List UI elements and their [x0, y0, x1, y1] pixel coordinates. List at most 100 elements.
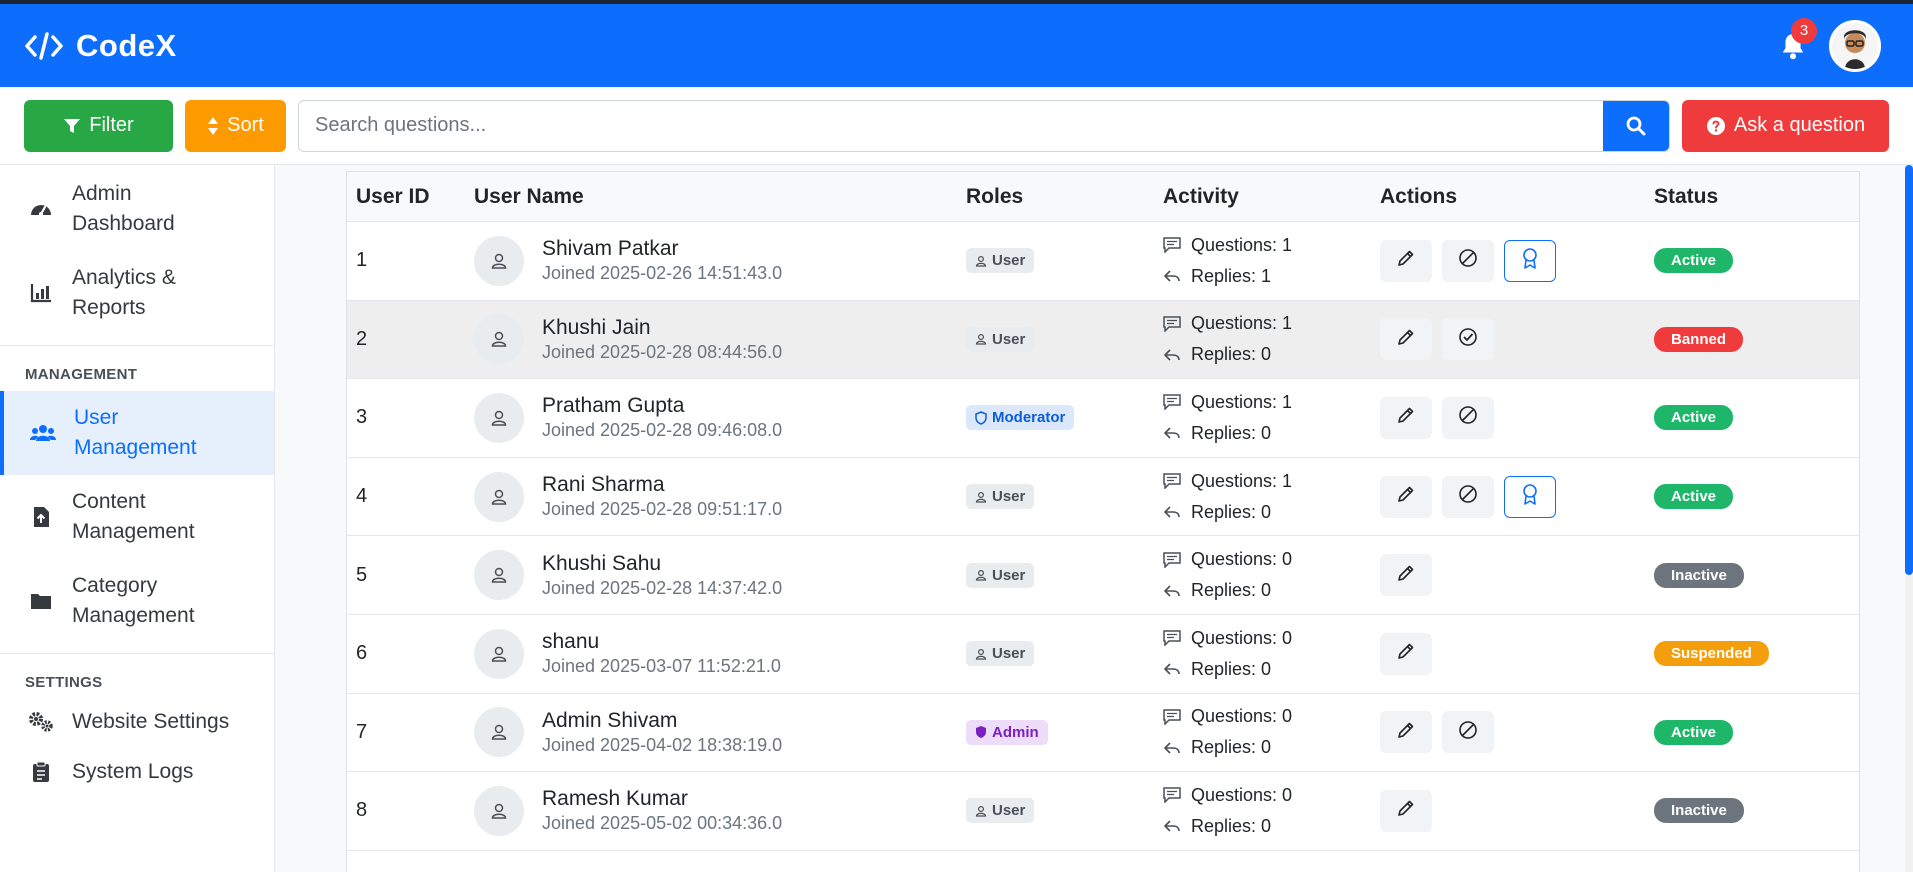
main-content: User ID User Name Roles Activity Actions… — [275, 165, 1913, 872]
sidebar-item-admin-dashboard[interactable]: Admin Dashboard — [0, 165, 274, 251]
filter-button[interactable]: Filter — [24, 99, 173, 152]
award-icon — [1521, 247, 1539, 274]
table-row: 7 Admin Shivam Joined 2025-04-02 18:38:19.… — [347, 694, 1859, 773]
sort-button[interactable]: Sort — [185, 99, 286, 152]
search-icon — [1626, 116, 1646, 135]
questions-count: Questions: 0 — [1191, 784, 1293, 805]
reply-icon — [1163, 819, 1181, 833]
ban-user-button[interactable] — [1442, 396, 1494, 439]
edit-user-button[interactable] — [1380, 789, 1432, 832]
gauge-icon — [28, 199, 54, 219]
search-button[interactable] — [1603, 100, 1669, 151]
edit-user-button[interactable] — [1380, 396, 1432, 439]
sidebar-item-user-management[interactable]: User Management — [0, 391, 274, 475]
role-label: User — [992, 802, 1026, 820]
brand-logo[interactable]: CodeX — [24, 28, 177, 64]
column-header-user-id[interactable]: User ID — [347, 185, 474, 209]
user-avatar-icon — [474, 628, 524, 679]
user-avatar-icon — [474, 392, 524, 443]
user-icon — [975, 569, 987, 581]
shield-filled-icon — [975, 725, 987, 739]
ask-question-button[interactable]: Ask a question — [1682, 99, 1889, 152]
ban-user-button[interactable] — [1442, 475, 1494, 518]
top-navbar: CodeX 3 — [0, 0, 1913, 87]
page-scrollbar[interactable] — [1905, 165, 1913, 872]
notifications-button[interactable]: 3 — [1775, 17, 1817, 64]
user-name: Rani Sharma — [542, 473, 665, 497]
pencil-icon — [1397, 485, 1415, 508]
edit-user-button[interactable] — [1380, 475, 1432, 518]
unban-user-button[interactable] — [1442, 318, 1494, 361]
actions-cell — [1380, 318, 1654, 361]
search-input[interactable] — [299, 100, 1603, 151]
ban-icon — [1458, 405, 1478, 430]
column-header-user-name[interactable]: User Name — [474, 185, 966, 209]
user-avatar-icon — [474, 550, 524, 601]
table-row: 2 Khushi Jain Joined 2025-02-28 08:44:56.0… — [347, 300, 1859, 380]
notification-count-badge: 3 — [1791, 17, 1817, 44]
edit-user-button[interactable] — [1380, 239, 1432, 282]
actions-cell — [1380, 396, 1654, 439]
edit-user-button[interactable] — [1380, 554, 1432, 597]
promote-user-button[interactable] — [1504, 239, 1556, 282]
promote-user-button[interactable] — [1504, 475, 1556, 518]
actions-cell — [1380, 789, 1654, 832]
ban-icon — [1458, 720, 1478, 745]
table-row: 1 Shivam Patkar Joined 2025-02-26 14:51:43… — [347, 222, 1859, 301]
search-bar — [298, 99, 1670, 152]
reply-icon — [1163, 348, 1181, 362]
user-icon — [975, 255, 987, 267]
column-header-status[interactable]: Status — [1654, 185, 1859, 209]
role-badge: User — [966, 248, 1035, 274]
user-icon — [975, 333, 987, 345]
user-name-cell: Shivam Patkar Joined 2025-02-26 14:51:43.… — [474, 235, 966, 286]
edit-user-button[interactable] — [1380, 632, 1432, 675]
reply-icon — [1163, 269, 1181, 283]
user-avatar[interactable] — [1829, 19, 1881, 72]
replies-count: Replies: 0 — [1191, 737, 1272, 758]
table-row-partial — [347, 851, 1859, 872]
sidebar-item-system-logs[interactable]: System Logs — [0, 747, 274, 799]
role-label: Admin — [992, 723, 1039, 741]
sidebar-item-label: System Logs — [72, 760, 194, 783]
sidebar-item-category-management[interactable]: Category Management — [0, 559, 274, 643]
user-id: 4 — [356, 485, 368, 508]
sidebar-section-management: MANAGEMENT — [25, 366, 138, 383]
table-row: 4 Rani Sharma Joined 2025-02-28 09:51:17.0… — [347, 458, 1859, 537]
ban-user-button[interactable] — [1442, 711, 1494, 754]
activity-cell: Questions: 1 Replies: 0 — [1163, 387, 1380, 449]
gears-icon — [28, 711, 54, 733]
message-icon — [1163, 237, 1181, 254]
status-cell: Active — [1654, 719, 1859, 745]
user-joined-date: Joined 2025-02-26 14:51:43.0 — [542, 263, 783, 284]
edit-user-button[interactable] — [1380, 318, 1432, 361]
pencil-icon — [1397, 799, 1415, 822]
questions-count: Questions: 1 — [1191, 391, 1293, 412]
column-header-roles[interactable]: Roles — [966, 185, 1163, 209]
sidebar-item-content-management[interactable]: Content Management — [0, 475, 274, 559]
user-name-cell: Rani Sharma Joined 2025-02-28 09:51:17.0 — [474, 471, 966, 522]
column-header-actions: Actions — [1380, 184, 1458, 208]
status-cell: Active — [1654, 484, 1859, 510]
folder-icon — [28, 592, 54, 610]
sidebar-item-website-settings[interactable]: Website Settings — [0, 699, 274, 747]
sidebar-item-analytics-reports[interactable]: Analytics & Reports — [0, 251, 274, 335]
award-icon — [1521, 483, 1539, 510]
role-badge: User — [966, 326, 1035, 352]
message-icon — [1163, 551, 1181, 568]
file-icon — [28, 506, 54, 528]
role-label: User — [992, 645, 1026, 663]
user-name: Ramesh Kumar — [542, 787, 688, 811]
chart-icon — [28, 283, 54, 303]
user-name-cell: shanu Joined 2025-03-07 11:52:21.0 — [474, 628, 966, 679]
activity-cell: Questions: 1 Replies: 1 — [1163, 230, 1380, 292]
ban-user-button[interactable] — [1442, 239, 1494, 282]
user-id: 6 — [356, 642, 368, 665]
edit-user-button[interactable] — [1380, 711, 1432, 754]
sidebar-item-label: Analytics & Reports — [72, 266, 176, 319]
replies-count: Replies: 0 — [1191, 422, 1272, 443]
questions-count: Questions: 0 — [1191, 706, 1293, 727]
sidebar-item-label: Website Settings — [72, 710, 230, 733]
column-header-activity[interactable]: Activity — [1163, 185, 1380, 209]
scrollbar-thumb[interactable] — [1905, 165, 1913, 575]
